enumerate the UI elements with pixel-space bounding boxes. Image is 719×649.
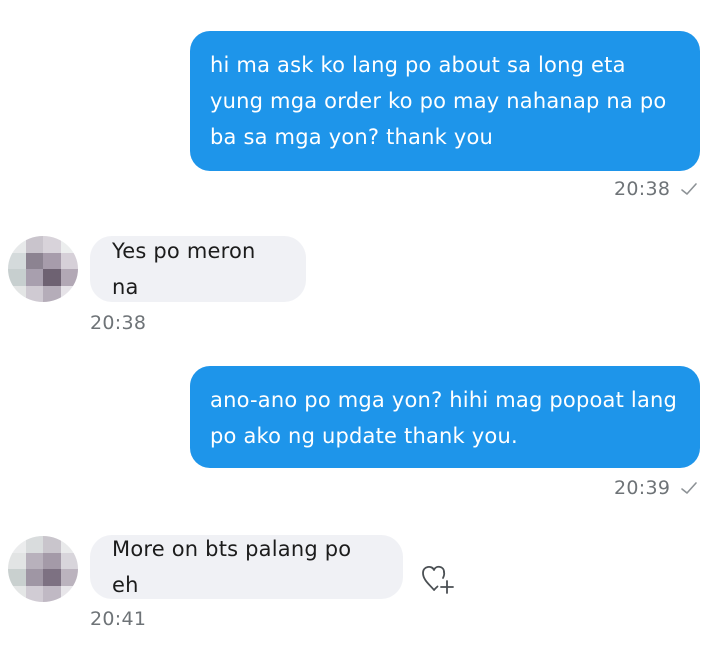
message-line: ano-ano po mga yon? hihi mag popoat lang <box>210 388 678 412</box>
message-line: ba sa mga yon? thank you <box>210 125 494 149</box>
message-line: hi ma ask ko lang po about sa long eta <box>210 53 626 77</box>
message-timestamp: 20:38 <box>90 312 147 334</box>
blurred-avatar[interactable] <box>8 536 78 602</box>
outgoing-message-bubble[interactable]: hi ma ask ko lang po about sa long eta y… <box>190 31 700 171</box>
message-text: More on bts palang po eh <box>112 537 352 597</box>
outgoing-message-bubble[interactable]: ano-ano po mga yon? hihi mag popoat lang… <box>190 366 700 468</box>
incoming-message-bubble[interactable]: More on bts palang po eh <box>90 535 403 599</box>
message-line: yung mga order ko po may nahanap na po <box>210 89 667 113</box>
chat-thread: hi ma ask ko lang po about sa long eta y… <box>0 0 719 649</box>
heart-plus-icon[interactable] <box>418 560 458 600</box>
message-meta: 20:39 <box>614 477 698 499</box>
message-meta: 20:38 <box>614 178 698 200</box>
message-timestamp: 20:39 <box>614 477 671 499</box>
check-icon <box>681 482 698 494</box>
check-icon <box>681 183 698 195</box>
message-line: po ako ng update thank you. <box>210 424 518 448</box>
blurred-avatar[interactable] <box>8 236 78 302</box>
incoming-message-bubble[interactable]: Yes po meron na <box>90 236 306 302</box>
message-timestamp: 20:41 <box>90 608 147 630</box>
message-timestamp: 20:38 <box>614 178 671 200</box>
message-text: Yes po meron na <box>112 239 256 299</box>
